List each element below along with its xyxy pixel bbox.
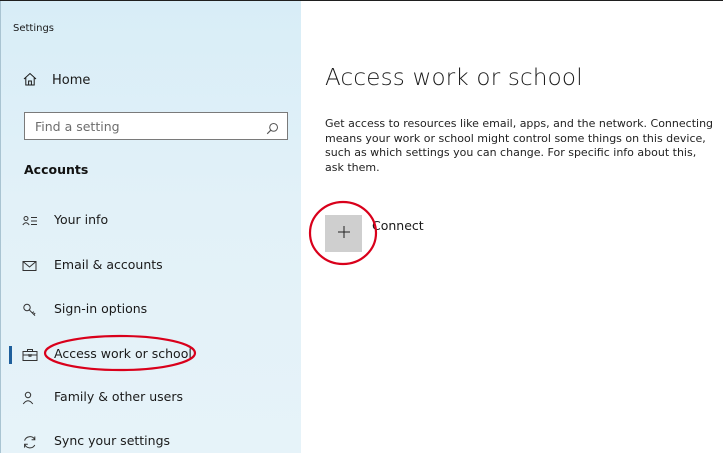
home-label: Home [52,73,91,88]
briefcase-icon [22,347,38,361]
sidebar-item-label: Sign-in options [54,301,148,316]
sidebar-item-email-accounts[interactable]: Email & accounts [0,249,300,281]
search-input[interactable]: Find a setting [24,112,288,140]
sidebar-item-label: Email & accounts [54,257,163,272]
sidebar-item-sign-in-options[interactable]: Sign-in options [0,293,300,325]
mail-icon [22,258,38,272]
sidebar-item-family-other-users[interactable]: Family & other users [0,381,300,413]
key-icon [22,302,38,316]
person-add-icon [22,390,38,405]
sidebar-item-sync-settings[interactable]: Sync your settings [0,425,300,457]
sidebar-home[interactable]: Home [23,71,90,90]
connect-button[interactable] [325,215,362,252]
selection-indicator [9,346,12,364]
sidebar-item-label: Sync your settings [54,433,171,448]
page-description: Get access to resources like email, apps… [325,117,714,174]
sidebar-item-label: Your info [54,212,109,227]
person-card-icon [22,213,38,227]
connect-label[interactable]: Connect [372,218,424,233]
search-placeholder: Find a setting [35,119,120,134]
plus-icon [337,224,351,243]
sidebar-item-label: Family & other users [54,389,183,404]
sidebar-item-access-work-or-school[interactable]: Access work or school [0,338,300,370]
sidebar: Settings Home Find a setting Accounts Yo… [0,1,301,453]
search-icon[interactable] [266,120,279,139]
home-icon [23,71,37,90]
sidebar-item-label: Access work or school [54,346,192,361]
sync-icon [22,434,38,449]
window-title: Settings [13,23,55,34]
sidebar-left-border [0,1,1,453]
section-title-accounts: Accounts [24,162,89,177]
sidebar-item-your-info[interactable]: Your info [0,204,300,236]
page-title: Access work or school [325,65,583,91]
